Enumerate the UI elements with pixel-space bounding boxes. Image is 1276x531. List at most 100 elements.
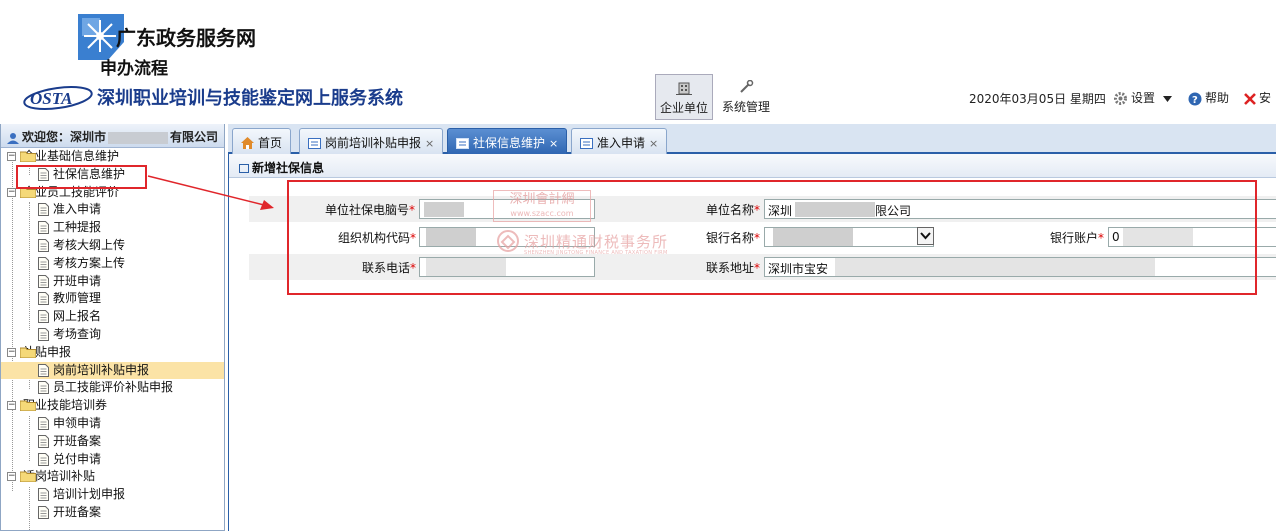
sidebar-item[interactable]: 考核大纲上传 <box>1 237 224 255</box>
form-icon <box>308 138 321 149</box>
folder-icon <box>20 471 36 483</box>
flow-title: 申办流程 <box>100 59 168 79</box>
tree-label: 网上报名 <box>53 309 102 324</box>
svg-text:?: ? <box>1192 95 1198 106</box>
tree-group[interactable]: − 补贴申报 <box>1 344 224 362</box>
tree-label: 岗前培训补贴申报 <box>53 362 150 377</box>
document-icon <box>38 452 49 466</box>
nav-company[interactable]: 企业单位 <box>655 74 713 120</box>
document-icon <box>38 292 49 306</box>
document-icon <box>38 238 49 252</box>
collapse-icon[interactable]: − <box>7 152 16 161</box>
sidebar-item[interactable]: 开班申请 <box>1 273 224 291</box>
tree-label: 员工技能评价补贴申报 <box>53 380 174 395</box>
form-icon <box>456 138 469 149</box>
welcome-prefix: 欢迎您：深圳市 <box>22 130 107 144</box>
tree-label: 开班申请 <box>53 273 102 288</box>
highlight-box-sidebar <box>16 165 147 189</box>
document-icon <box>38 203 49 217</box>
tree-label: 开班备案 <box>53 504 102 519</box>
settings-label: 设置 <box>1131 91 1156 105</box>
document-icon <box>38 274 49 288</box>
annotation-arrow-icon <box>147 175 274 210</box>
collapse-icon[interactable]: − <box>7 347 16 357</box>
tab-label: 岗前培训补贴申报 <box>325 136 422 150</box>
sidebar-item[interactable]: 网上报名 <box>1 308 224 326</box>
help-link[interactable]: ? 帮助 <box>1188 89 1229 106</box>
settings-menu[interactable]: 设置 <box>1113 89 1175 106</box>
document-icon <box>38 221 49 235</box>
help-label: 帮助 <box>1205 91 1230 105</box>
tab-social-security[interactable]: 社保信息维护 × <box>447 128 568 154</box>
caret-down-icon <box>1162 95 1172 102</box>
top-banner: 广东政务服务网 申办流程 OSTA 深圳职业培训与技能鉴定网上服务系统 企业单位… <box>0 0 1276 126</box>
nav-company-label: 企业单位 <box>659 101 708 115</box>
exit-label: 安 <box>1259 91 1272 105</box>
sidebar-item[interactable]: 开班备案 <box>1 504 224 522</box>
sidebar-item[interactable]: 培训计划申报 <box>1 486 224 504</box>
tree-label: 工种提报 <box>53 220 102 235</box>
document-icon <box>38 381 49 395</box>
folder-icon <box>20 400 36 412</box>
document-icon <box>38 363 49 377</box>
document-icon <box>38 327 49 341</box>
highlight-box-form <box>287 180 1257 295</box>
close-icon <box>1244 92 1256 105</box>
sidebar-item[interactable]: 开班备案 <box>1 433 224 451</box>
sidebar-item[interactable]: 考场查询 <box>1 326 224 344</box>
sidebar-item[interactable]: 教师管理 <box>1 290 224 308</box>
form-icon <box>580 138 593 149</box>
tree-label: 开班备案 <box>53 433 102 448</box>
user-icon <box>7 132 19 144</box>
panel-title: 新增社保信息 <box>229 154 1276 178</box>
welcome-suffix: 有限公司 <box>170 130 219 144</box>
collapse-icon[interactable]: − <box>7 401 16 411</box>
tab-label: 首页 <box>258 136 283 150</box>
sidebar-item[interactable]: 考核方案上传 <box>1 255 224 273</box>
tree-label: 兑付申请 <box>53 451 102 466</box>
tree-label: 企业基础信息维护 <box>23 149 120 163</box>
sidebar-item[interactable]: 员工技能评价补贴申报 <box>1 379 224 397</box>
tree-label: 考场查询 <box>53 326 102 341</box>
collapse-icon[interactable]: − <box>7 187 16 197</box>
tab-label: 准入申请 <box>597 136 646 150</box>
tab-close-icon[interactable]: × <box>549 137 558 150</box>
document-icon <box>38 256 49 270</box>
osta-logo-text: OSTA <box>30 89 73 108</box>
home-icon <box>241 137 254 149</box>
collapse-icon[interactable]: − <box>7 472 16 482</box>
exit-link[interactable]: 安 <box>1244 89 1271 106</box>
welcome-bar: 欢迎您：深圳市 有限公司 <box>1 124 224 148</box>
tab-access-application[interactable]: 准入申请 × <box>571 128 668 154</box>
tab-close-icon[interactable]: × <box>425 137 434 150</box>
tree-label: 准入申请 <box>53 202 102 217</box>
sidebar-item-active[interactable]: 岗前培训补贴申报 <box>1 361 224 380</box>
tree-label: 教师管理 <box>53 291 102 306</box>
sidebar-item[interactable]: 工种提报 <box>1 219 224 237</box>
tab-close-icon[interactable]: × <box>649 137 658 150</box>
tab-home[interactable]: 首页 <box>232 128 292 154</box>
document-icon <box>38 434 49 448</box>
tree-label: 申领申请 <box>53 415 102 430</box>
tree-label: 考核方案上传 <box>53 255 126 270</box>
tree-group[interactable]: − 适岗培训补贴 <box>1 468 224 486</box>
document-icon <box>38 310 49 324</box>
tree-label: 考核大纲上传 <box>53 237 126 252</box>
nav-system-label: 系统管理 <box>721 100 770 114</box>
document-icon <box>38 488 49 502</box>
tab-bar: 首页 岗前培训补贴申报 × 社保信息维护 × 准入申请 × <box>228 124 1276 154</box>
sidebar-item[interactable]: 兑付申请 <box>1 451 224 469</box>
tab-preservice-subsidy[interactable]: 岗前培训补贴申报 × <box>299 128 444 154</box>
tree-label: 培训计划申报 <box>53 487 126 502</box>
portal-title: 广东政务服务网 <box>116 26 256 50</box>
osta-logo: OSTA <box>23 86 93 110</box>
gear-icon <box>1114 92 1127 105</box>
tab-label: 社保信息维护 <box>473 136 546 150</box>
system-title: 深圳职业培训与技能鉴定网上服务系统 <box>97 88 403 109</box>
folder-icon <box>20 151 36 162</box>
nav-system[interactable]: 系统管理 <box>716 74 776 120</box>
sidebar-item[interactable]: 申领申请 <box>1 415 224 433</box>
redacted-company-name <box>108 131 169 144</box>
tree-group[interactable]: − 职业技能培训券 <box>1 397 224 415</box>
tree-group[interactable]: − 企业基础信息维护 <box>1 148 224 166</box>
